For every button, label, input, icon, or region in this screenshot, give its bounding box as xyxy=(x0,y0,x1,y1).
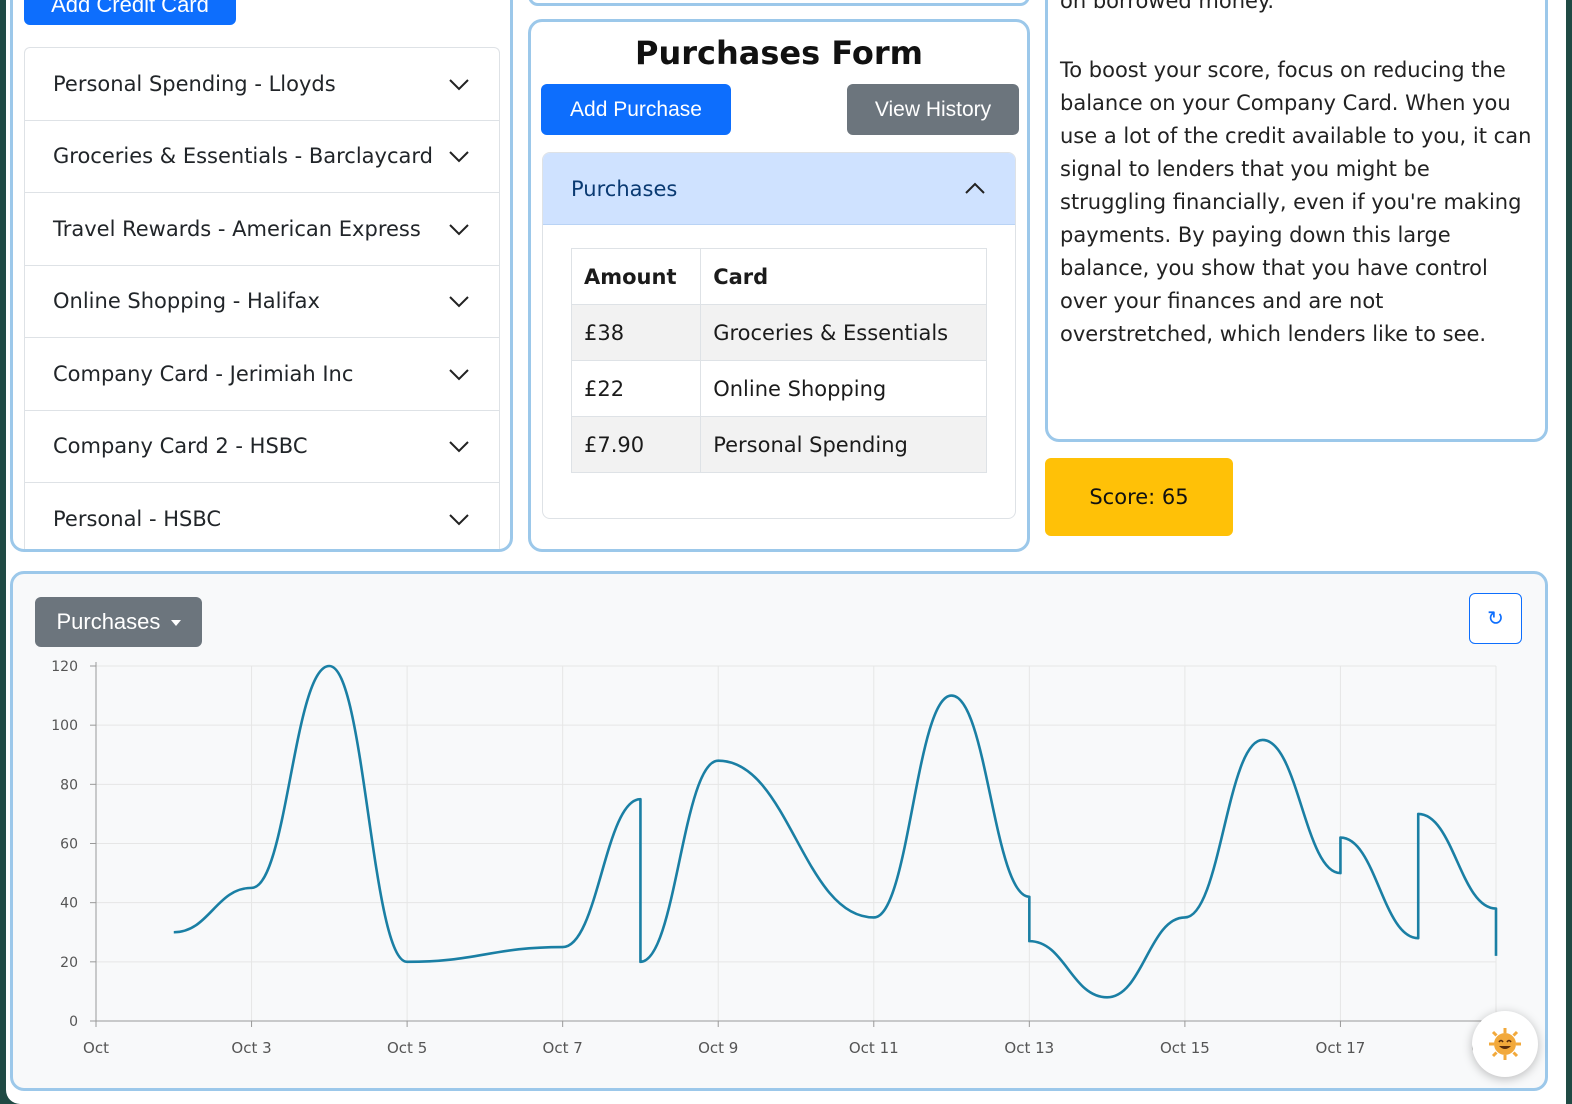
chevron-down-icon xyxy=(449,151,469,163)
credit-card-label: Company Card - Jerimiah Inc xyxy=(53,361,354,386)
credit-card-label: Company Card 2 - HSBC xyxy=(53,434,308,459)
credit-card-list: Personal Spending - Lloyds Groceries & Es… xyxy=(24,47,500,549)
cell-card: Personal Spending xyxy=(700,416,987,473)
y-tick-label: 80 xyxy=(60,777,78,793)
purchases-accordion: Purchases Amount Card £38 Groceries & Es… xyxy=(542,152,1016,519)
purchases-accordion-header[interactable]: Purchases xyxy=(543,153,1015,225)
view-history-button[interactable]: View History xyxy=(847,84,1019,135)
credit-card-label: Personal - HSBC xyxy=(53,506,222,531)
purchases-form-title: Purchases Form xyxy=(635,34,923,72)
purchases-form-panel: Purchases Form Add Purchase View History… xyxy=(528,19,1030,552)
add-credit-card-button[interactable]: Add Credit Card xyxy=(24,0,236,25)
accordion-title: Purchases xyxy=(571,176,678,201)
chevron-down-icon xyxy=(449,441,469,453)
chevron-down-icon xyxy=(449,369,469,381)
credit-card-item[interactable]: Company Card 2 - HSBC xyxy=(25,411,499,483)
assistant-chat-button[interactable] xyxy=(1472,1011,1538,1077)
purchases-chart-panel: Purchases ↻ 0 20 40 60 80 100 120 Oct Oct 3 Oct 5… xyxy=(10,571,1548,1091)
credit-card-label: Online Shopping - Halifax xyxy=(53,289,320,314)
credit-card-label: Personal Spending - Lloyds xyxy=(53,71,336,96)
y-tick-label: 120 xyxy=(51,659,78,675)
cell-amount: £22 xyxy=(570,360,702,417)
y-tick-label: 20 xyxy=(60,955,78,971)
advice-paragraph: To boost your score, focus on reducing t… xyxy=(1060,58,1532,346)
table-row: £7.90 Personal Spending xyxy=(570,416,987,473)
x-tick-label: Oct 9 xyxy=(698,1039,738,1057)
x-tick-label: Oct 13 xyxy=(1004,1039,1054,1057)
x-tick-label: Oct 5 xyxy=(387,1039,427,1057)
purchases-line-chart: 0 20 40 60 80 100 120 Oct Oct 3 Oct 5 Oct 7 Oct 9 Oc… xyxy=(51,659,1521,1057)
table-row: £22 Online Shopping xyxy=(570,360,987,417)
x-tick-label: Oct 11 xyxy=(849,1039,899,1057)
x-tick-label: Oct 15 xyxy=(1160,1039,1210,1057)
credit-card-item[interactable]: Company Card - Jerimiah Inc xyxy=(25,338,499,411)
column-header-card: Card xyxy=(700,248,987,305)
x-tick-label: Oct xyxy=(83,1039,109,1057)
score-advice-panel: on borrowed money. To boost your score, … xyxy=(1045,0,1548,442)
x-tick-label: Oct 17 xyxy=(1316,1039,1366,1057)
credit-card-label: Groceries & Essentials - Barclaycard xyxy=(53,144,433,169)
cell-card: Online Shopping xyxy=(700,360,987,417)
credit-card-item[interactable]: Groceries & Essentials - Barclaycard xyxy=(25,121,499,193)
x-tick-label: Oct 7 xyxy=(543,1039,583,1057)
credit-card-item[interactable]: Travel Rewards - American Express xyxy=(25,193,499,266)
y-tick-label: 100 xyxy=(51,718,78,734)
advice-top-fragment: on borrowed money. xyxy=(1060,0,1275,13)
column-header-amount: Amount xyxy=(570,248,702,305)
advice-text: To boost your score, focus on reducing t… xyxy=(1060,54,1540,351)
previous-panel-edge xyxy=(528,0,1030,6)
chevron-down-icon xyxy=(449,224,469,236)
chevron-down-icon xyxy=(449,514,469,526)
score-badge: Score: 65 xyxy=(1045,458,1233,536)
credit-card-item[interactable]: Personal Spending - Lloyds xyxy=(25,48,499,121)
series-line xyxy=(173,664,1498,999)
table-row: £38 Groceries & Essentials xyxy=(570,304,987,361)
y-tick-label: 0 xyxy=(69,1014,78,1030)
cell-amount: £7.90 xyxy=(570,416,702,473)
credit-card-item[interactable]: Online Shopping - Halifax xyxy=(25,266,499,338)
credit-card-item[interactable]: Personal - HSBC xyxy=(25,483,499,549)
cell-card: Groceries & Essentials xyxy=(700,304,987,361)
x-tick-label: Oct 3 xyxy=(231,1039,271,1057)
chevron-down-icon xyxy=(449,79,469,91)
smiley-sun-icon xyxy=(1489,1028,1521,1060)
purchases-table: Amount Card £38 Groceries & Essentials £… xyxy=(570,248,987,473)
chevron-down-icon xyxy=(449,296,469,308)
table-header-row: Amount Card xyxy=(570,248,987,305)
add-purchase-button[interactable]: Add Purchase xyxy=(541,84,731,135)
cell-amount: £38 xyxy=(570,304,702,361)
y-tick-label: 60 xyxy=(60,837,78,853)
credit-card-label: Travel Rewards - American Express xyxy=(53,216,421,241)
chevron-up-icon xyxy=(965,182,985,194)
y-tick-label: 40 xyxy=(60,896,78,912)
credit-cards-panel: Add Credit Card Personal Spending - Lloy… xyxy=(10,0,513,552)
